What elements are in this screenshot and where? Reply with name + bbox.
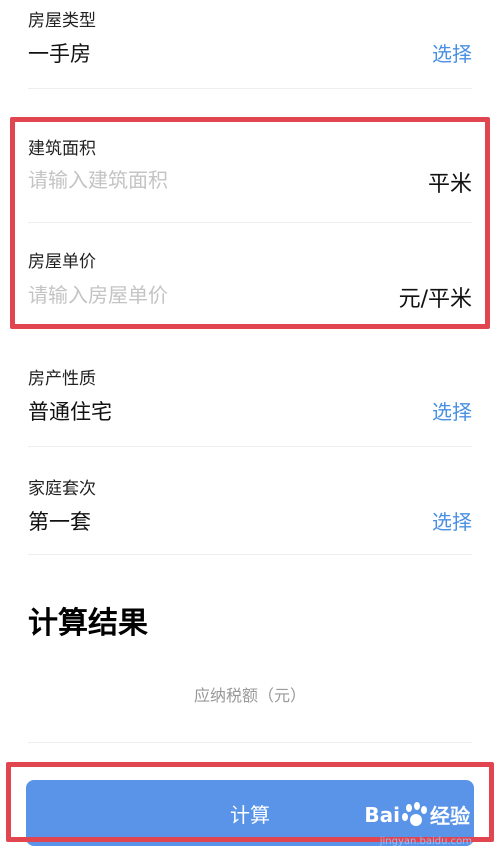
property-nature-label: 房产性质 — [28, 369, 96, 389]
family-set-value: 第一套 — [28, 510, 91, 534]
highlight-box-inputs — [10, 117, 490, 329]
paw-icon — [402, 801, 428, 828]
house-type-select[interactable]: 选择 — [432, 38, 472, 67]
property-nature-row[interactable]: 房产性质 普通住宅 选择 — [0, 350, 500, 445]
house-type-label: 房屋类型 — [28, 11, 96, 31]
property-nature-value: 普通住宅 — [28, 400, 112, 424]
family-set-row[interactable]: 家庭套次 第一套 选择 — [0, 460, 500, 555]
house-type-row[interactable]: 房屋类型 一手房 选择 — [0, 0, 500, 90]
watermark-url: jingyan.baidu.com — [379, 836, 472, 847]
divider — [28, 554, 472, 555]
baidu-watermark: Bai 经验 — [364, 800, 470, 829]
property-nature-select[interactable]: 选择 — [432, 396, 472, 425]
family-set-label: 家庭套次 — [28, 479, 96, 499]
divider — [28, 742, 472, 743]
family-set-select[interactable]: 选择 — [432, 506, 472, 535]
watermark-brand-a: Bai — [364, 802, 400, 827]
house-type-value: 一手房 — [28, 42, 91, 66]
divider — [28, 446, 472, 447]
divider — [28, 88, 472, 89]
result-title: 计算结果 — [28, 606, 148, 641]
tax-amount-label: 应纳税额（元） — [193, 686, 306, 705]
watermark-brand-b: 经验 — [430, 804, 470, 828]
